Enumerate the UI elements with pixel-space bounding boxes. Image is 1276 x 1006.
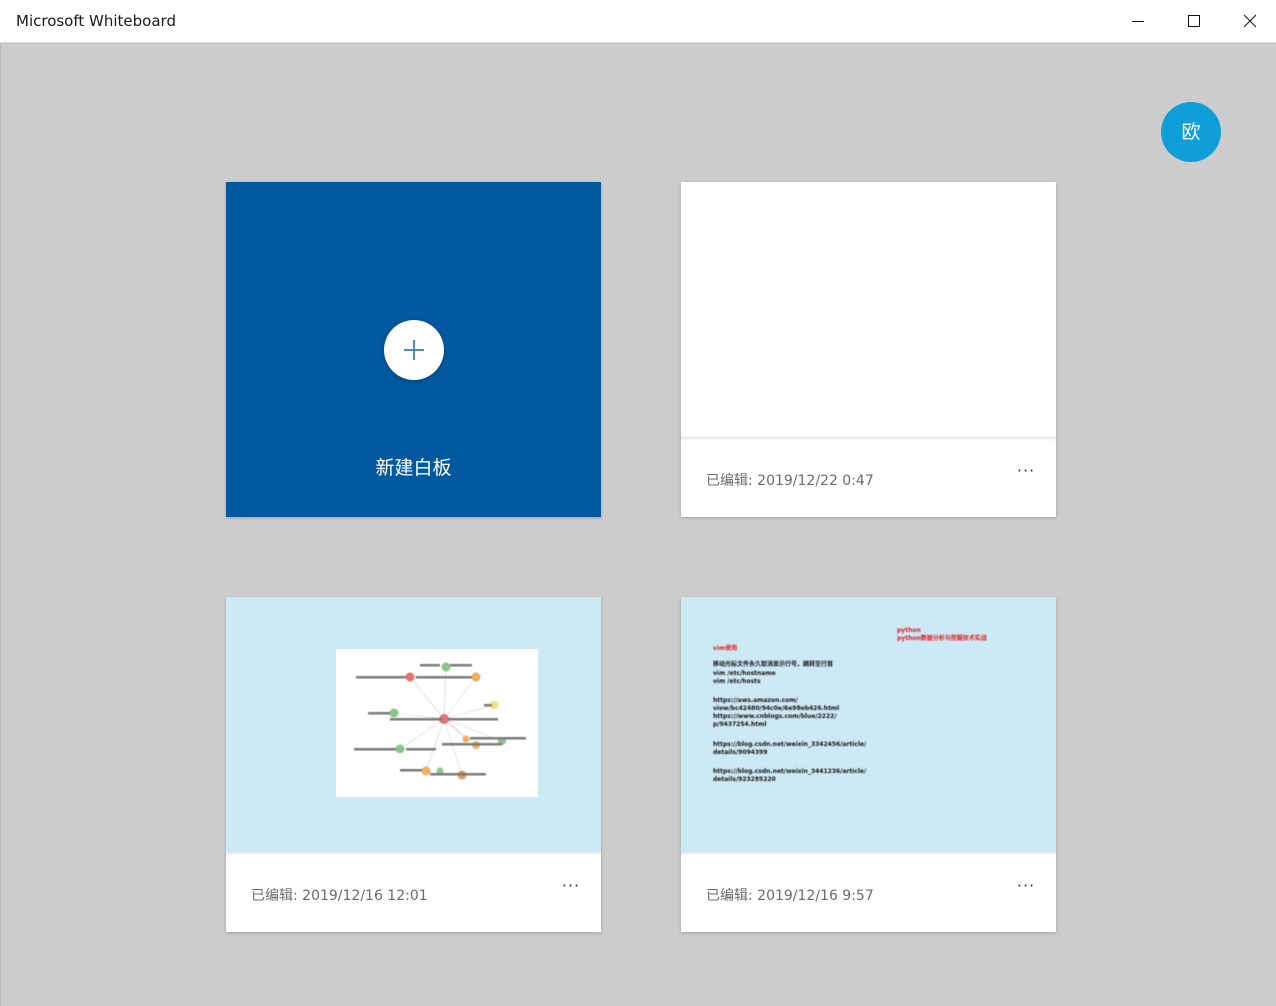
board-card[interactable]: 已编辑: 2019/12/22 0:47 ···: [681, 182, 1056, 517]
close-button[interactable]: [1222, 0, 1276, 43]
last-edited-label: 已编辑: 2019/12/16 12:01: [251, 888, 428, 904]
note-text: vim /etc/hostname: [713, 670, 776, 677]
board-thumbnail[interactable]: [681, 182, 1056, 437]
maximize-icon: [1188, 15, 1200, 27]
board-thumbnail[interactable]: [226, 597, 601, 852]
board-gallery: [0, 43, 1276, 1006]
maximize-button[interactable]: [1166, 0, 1222, 43]
new-whiteboard-card[interactable]: 新建白板: [226, 182, 601, 517]
board-footer: 已编辑: 2019/12/16 9:57 ···: [681, 852, 1056, 932]
board-footer: 已编辑: 2019/12/22 0:47 ···: [681, 437, 1056, 517]
more-options-button[interactable]: ···: [558, 878, 584, 899]
plus-icon: [404, 340, 424, 360]
minimize-icon: [1132, 21, 1144, 22]
note-text: vim /etc/hosts: [713, 678, 761, 685]
note-text: python数据分析与挖掘技术实战: [897, 635, 987, 642]
note-text: https://blog.csdn.net/weixin_3441236/art…: [713, 768, 867, 775]
mind-map-image: [336, 649, 538, 797]
more-options-button[interactable]: ···: [1013, 463, 1039, 484]
note-text: 移动光标文件永久取消显示行号，跳转至行首: [713, 661, 834, 668]
title-bar: Microsoft Whiteboard: [0, 0, 1276, 43]
note-text: vim使用: [713, 645, 738, 652]
note-text: view/bc42480/94c0e/6e98eb426.html: [713, 705, 840, 712]
user-avatar[interactable]: 欧: [1161, 102, 1221, 162]
last-edited-label: 已编辑: 2019/12/16 9:57: [706, 888, 874, 904]
close-icon: [1243, 14, 1257, 28]
last-edited-label: 已编辑: 2019/12/22 0:47: [706, 473, 874, 489]
new-whiteboard-label: 新建白板: [375, 457, 452, 479]
note-text: p/9437254.html: [713, 721, 767, 728]
new-whiteboard-button[interactable]: [384, 320, 444, 380]
more-options-button[interactable]: ···: [1013, 878, 1039, 899]
note-text: details/9094399: [713, 749, 768, 756]
board-thumbnail[interactable]: python python数据分析与挖掘技术实战 vim使用 移动光标文件永久取…: [681, 597, 1056, 852]
mind-map-graphic: [354, 662, 526, 780]
board-card[interactable]: 已编辑: 2019/12/16 12:01 ···: [226, 597, 601, 932]
note-text: https://blog.csdn.net/weixin_3342456/art…: [713, 741, 867, 748]
board-card[interactable]: python python数据分析与挖掘技术实战 vim使用 移动光标文件永久取…: [681, 597, 1056, 932]
board-footer: 已编辑: 2019/12/16 12:01 ···: [226, 852, 601, 932]
minimize-button[interactable]: [1110, 0, 1166, 43]
window-title: Microsoft Whiteboard: [16, 12, 176, 30]
note-text: python: [897, 627, 921, 634]
note-text: https://aws.amazon.com/: [713, 697, 798, 704]
note-text: details/923285220: [713, 776, 776, 783]
note-text: https://www.cnblogs.com/blue/2222/: [713, 713, 837, 720]
